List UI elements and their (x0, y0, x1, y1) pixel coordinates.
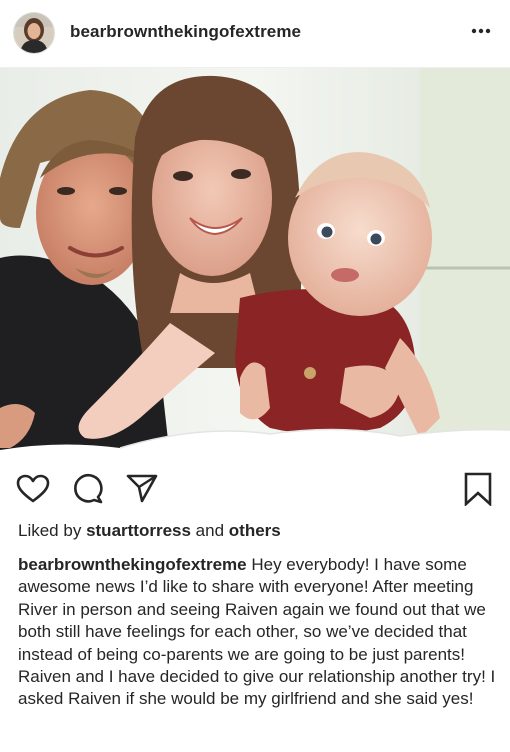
caption-username[interactable]: bearbrownthekingofextreme (18, 555, 247, 574)
more-options-icon[interactable] (470, 24, 492, 38)
comment-icon[interactable] (72, 473, 104, 510)
likes-and: and (195, 521, 225, 540)
avatar[interactable] (14, 13, 54, 53)
liked-by-user-link[interactable]: stuarttorress (86, 521, 191, 540)
post-caption: bearbrownthekingofextreme Hey everybody!… (18, 554, 496, 711)
post-username[interactable]: bearbrownthekingofextreme (70, 22, 301, 42)
post-header: bearbrownthekingofextreme (0, 0, 510, 68)
avatar-image (14, 13, 54, 53)
likes-prefix: Liked by (18, 521, 82, 540)
likes-others-link[interactable]: others (229, 521, 281, 540)
post-actions (0, 468, 510, 508)
likes-line: Liked by stuarttorress and others (18, 521, 281, 541)
bookmark-icon[interactable] (464, 472, 492, 511)
send-icon[interactable] (126, 473, 158, 508)
caption-text: Hey everybody! I have some awesome news … (18, 555, 496, 709)
post-photo[interactable] (0, 68, 510, 458)
heart-icon[interactable] (16, 474, 50, 509)
